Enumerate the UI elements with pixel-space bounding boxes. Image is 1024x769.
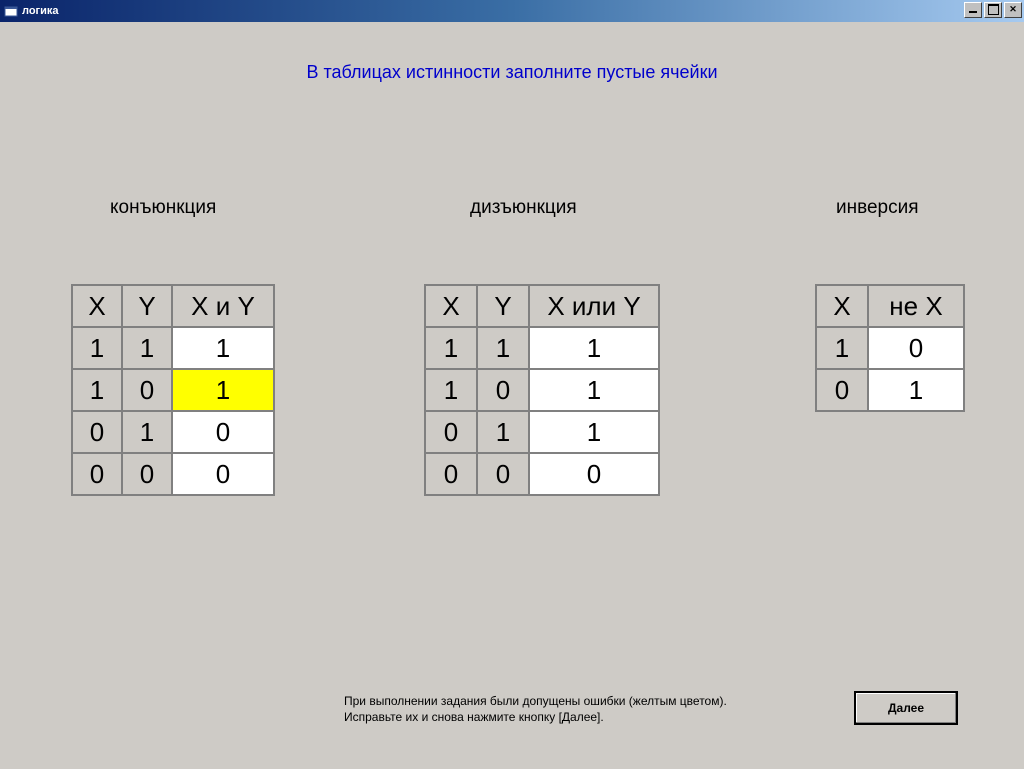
cell-x: 1 — [425, 327, 477, 369]
th-x: X — [425, 285, 477, 327]
app-icon — [4, 4, 18, 18]
cell-x: 0 — [72, 411, 122, 453]
th-x: X — [72, 285, 122, 327]
cell-x: 1 — [816, 327, 868, 369]
minimize-button[interactable] — [964, 2, 982, 18]
app-window: логика В таблицах истинности заполните п… — [0, 0, 1024, 769]
maximize-button[interactable] — [984, 2, 1002, 18]
cell-y: 1 — [122, 411, 172, 453]
cell-result[interactable]: 1 — [172, 327, 274, 369]
th-result: X и Y — [172, 285, 274, 327]
inversion-table: X не X 1001 — [815, 284, 965, 412]
cell-y: 0 — [477, 453, 529, 495]
cell-y: 1 — [477, 411, 529, 453]
table-row: 101 — [72, 369, 274, 411]
cell-y: 1 — [477, 327, 529, 369]
table-row: 01 — [816, 369, 964, 411]
close-button[interactable] — [1004, 2, 1022, 18]
table-row: 111 — [425, 327, 659, 369]
cell-x: 0 — [72, 453, 122, 495]
disjunction-label: дизъюнкция — [470, 197, 577, 219]
th-y: Y — [122, 285, 172, 327]
th-x: X — [816, 285, 868, 327]
cell-x: 0 — [425, 411, 477, 453]
cell-result[interactable]: 1 — [868, 369, 964, 411]
client-area: В таблицах истинности заполните пустые я… — [4, 22, 1020, 765]
table-row: 010 — [72, 411, 274, 453]
cell-x: 0 — [425, 453, 477, 495]
cell-x: 0 — [816, 369, 868, 411]
conjunction-table: X Y X и Y 111101010000 — [71, 284, 275, 496]
cell-x: 1 — [72, 327, 122, 369]
th-result: не X — [868, 285, 964, 327]
table-row: 111 — [72, 327, 274, 369]
th-result: X или Y — [529, 285, 659, 327]
titlebar[interactable]: логика — [0, 0, 1024, 22]
table-row: 10 — [816, 327, 964, 369]
table-row: 000 — [425, 453, 659, 495]
conjunction-label: конъюнкция — [110, 197, 216, 219]
table-row: 101 — [425, 369, 659, 411]
cell-result[interactable]: 0 — [529, 453, 659, 495]
cell-result[interactable]: 0 — [172, 453, 274, 495]
cell-x: 1 — [425, 369, 477, 411]
cell-y: 0 — [122, 369, 172, 411]
table-row: 000 — [72, 453, 274, 495]
next-button[interactable]: Далее — [854, 691, 958, 725]
instruction-text: В таблицах истинности заполните пустые я… — [4, 62, 1020, 83]
hint-line2: Исправьте их и снова нажмите кнопку [Дал… — [344, 710, 604, 724]
cell-result[interactable]: 0 — [172, 411, 274, 453]
cell-y: 0 — [122, 453, 172, 495]
cell-result[interactable]: 1 — [172, 369, 274, 411]
cell-y: 1 — [122, 327, 172, 369]
disjunction-table: X Y X или Y 111101011000 — [424, 284, 660, 496]
cell-result[interactable]: 1 — [529, 327, 659, 369]
table-row: 011 — [425, 411, 659, 453]
cell-result[interactable]: 0 — [868, 327, 964, 369]
window-controls — [964, 2, 1022, 18]
cell-result[interactable]: 1 — [529, 411, 659, 453]
cell-y: 0 — [477, 369, 529, 411]
hint-line1: При выполнении задания были допущены оши… — [344, 694, 727, 708]
cell-x: 1 — [72, 369, 122, 411]
th-y: Y — [477, 285, 529, 327]
inversion-label: инверсия — [836, 197, 919, 219]
hint-text: При выполнении задания были допущены оши… — [344, 693, 727, 725]
next-button-label: Далее — [888, 701, 924, 715]
window-title: логика — [22, 5, 59, 17]
cell-result[interactable]: 1 — [529, 369, 659, 411]
